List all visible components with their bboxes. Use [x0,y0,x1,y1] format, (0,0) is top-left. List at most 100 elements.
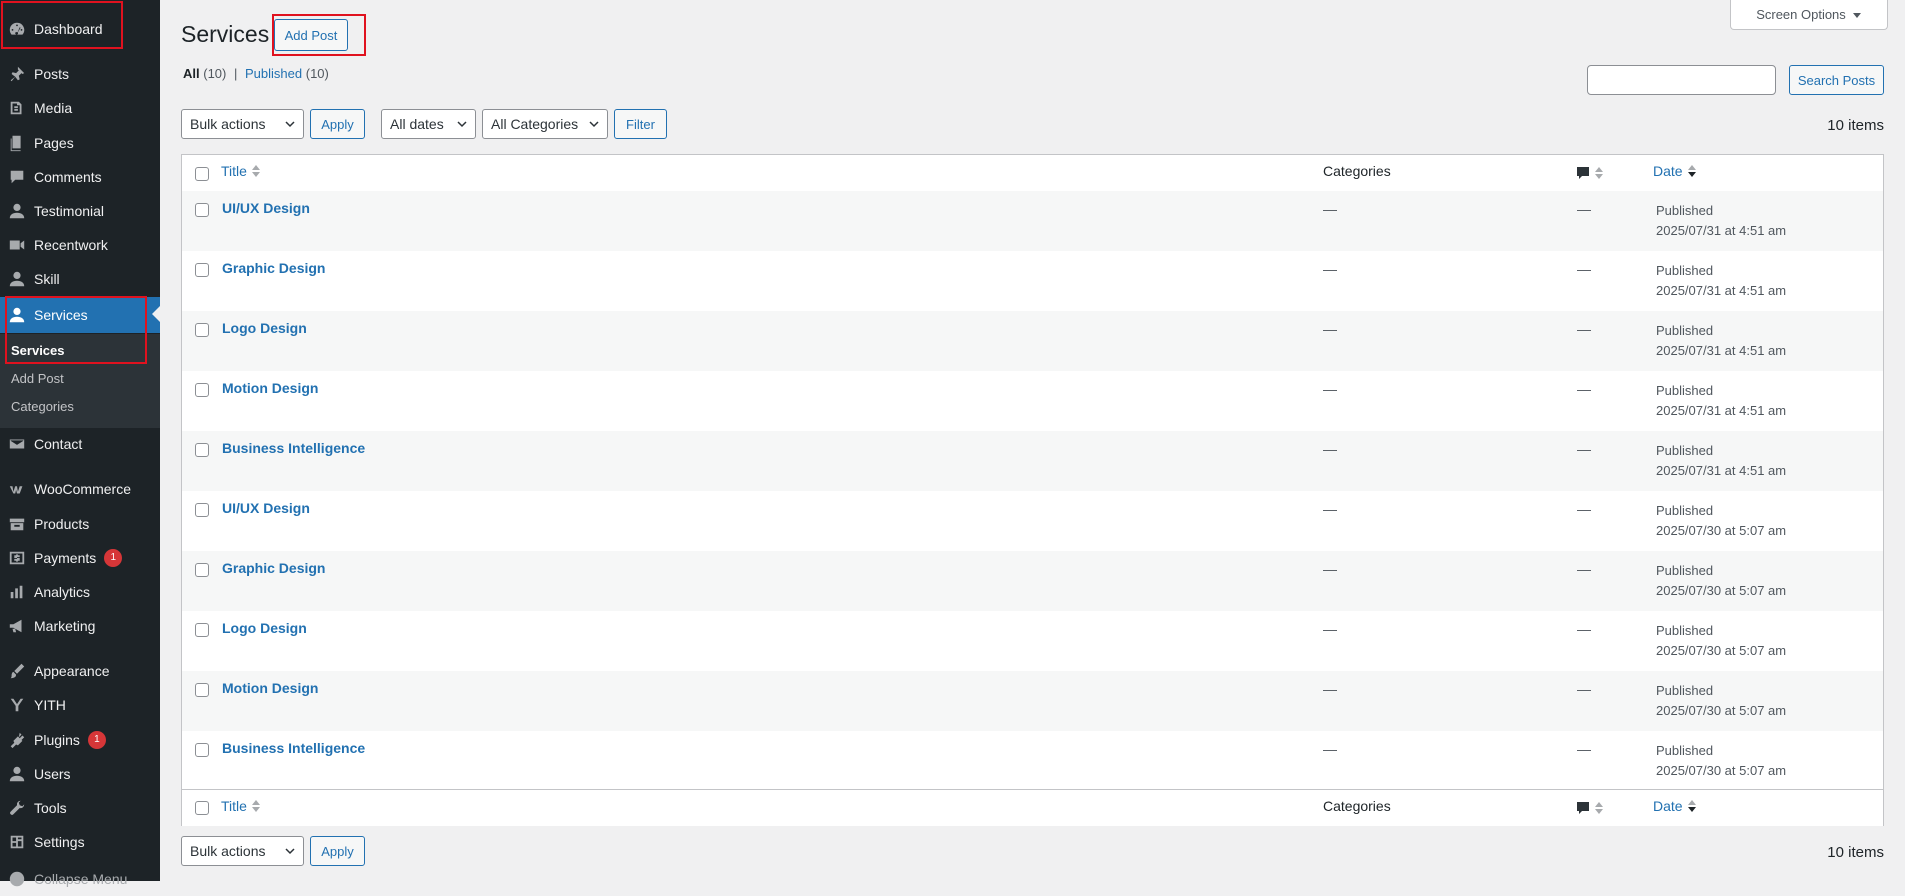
row-date: 2025/07/31 at 4:51 am [1656,403,1787,418]
table-row: Business Intelligence — — Published 2025/… [182,431,1883,491]
bulk-actions-select[interactable]: Bulk actions [181,109,304,139]
table-row: Logo Design — — Published 2025/07/30 at 5… [182,611,1883,671]
dates-select[interactable]: All dates [381,109,476,139]
row-checkbox[interactable] [195,683,209,697]
view-links: All (10) | Published (10) [183,66,329,81]
view-published-count: (10) [305,66,329,81]
bulk-actions-value: Bulk actions [190,843,266,859]
sidebar-item-testimonial[interactable]: Testimonial [0,194,160,228]
woo-icon [8,480,26,498]
posts-table: Title Categories Date UI/UX Design — — P… [181,154,1884,826]
collapse-icon [8,870,26,888]
row-title-link[interactable]: Motion Design [222,680,318,696]
sidebar-item-products[interactable]: Products [0,507,160,541]
filter-button[interactable]: Filter [614,109,667,139]
add-post-button[interactable]: Add Post [274,19,348,51]
sidebar-item-analytics[interactable]: Analytics [0,575,160,609]
search-input[interactable] [1587,65,1776,95]
row-title-link[interactable]: Business Intelligence [222,740,365,756]
categories-select[interactable]: All Categories [482,109,608,139]
sort-icon [251,165,260,177]
submenu-item-services[interactable]: Services [11,343,65,358]
view-all-link[interactable]: All [183,66,200,81]
row-checkbox[interactable] [195,443,209,457]
sidebar-item-contact[interactable]: Contact [0,427,160,461]
sidebar-item-appearance[interactable]: Appearance [0,654,160,688]
row-date-cell: Published 2025/07/31 at 4:51 am [1656,381,1786,421]
main-content: Services Add Post Screen Options All (10… [160,0,1905,881]
sidebar-item-skill[interactable]: Skill [0,262,160,296]
sidebar-label: Collapse Menu [34,871,128,887]
row-comments: — [1577,201,1591,217]
sidebar-item-marketing[interactable]: Marketing [0,609,160,643]
column-date-label: Date [1653,163,1683,179]
row-title-link[interactable]: UI/UX Design [222,200,310,216]
row-title-link[interactable]: Motion Design [222,380,318,396]
sidebar-item-dashboard[interactable]: Dashboard [0,12,160,46]
row-title-link[interactable]: Logo Design [222,320,307,336]
sidebar-item-tools[interactable]: Tools [0,791,160,825]
row-title-link[interactable]: Logo Design [222,620,307,636]
screen-options-label: Screen Options [1756,7,1846,22]
row-date: 2025/07/30 at 5:07 am [1656,763,1787,778]
select-all-checkbox[interactable] [195,167,209,181]
row-categories: — [1323,381,1337,397]
column-header-comments[interactable] [1576,166,1603,180]
submenu-item-add-post[interactable]: Add Post [11,371,64,386]
sidebar-label: Products [34,516,90,532]
apply-button[interactable]: Apply [310,109,365,139]
admin-sidebar: Dashboard Posts Media Pages Comments Tes… [0,0,160,887]
sidebar-item-plugins[interactable]: Plugins 1 [0,723,160,757]
select-all-checkbox-footer[interactable] [195,801,209,815]
sidebar-item-yith[interactable]: YITH [0,688,160,722]
dates-value: All dates [390,116,444,132]
column-footer-comments[interactable] [1576,801,1603,815]
row-checkbox[interactable] [195,263,209,277]
row-checkbox[interactable] [195,203,209,217]
row-title-link[interactable]: UI/UX Design [222,500,310,516]
sidebar-item-users[interactable]: Users [0,757,160,791]
row-title-link[interactable]: Graphic Design [222,560,325,576]
sidebar-item-comments[interactable]: Comments [0,160,160,194]
row-checkbox[interactable] [195,383,209,397]
sidebar-item-recentwork[interactable]: Recentwork [0,228,160,262]
dashboard-icon [8,20,26,38]
bulk-actions-value: Bulk actions [190,116,266,132]
row-title-link[interactable]: Business Intelligence [222,440,365,456]
row-title-link[interactable]: Graphic Design [222,260,325,276]
submenu-item-categories[interactable]: Categories [11,399,74,414]
column-footer-date[interactable]: Date [1653,798,1696,814]
row-checkbox[interactable] [195,503,209,517]
user-icon [8,306,26,324]
sidebar-item-woocommerce[interactable]: WooCommerce [0,472,160,506]
sidebar-item-pages[interactable]: Pages [0,126,160,160]
row-date-cell: Published 2025/07/30 at 5:07 am [1656,621,1786,661]
sidebar-item-media[interactable]: Media [0,91,160,125]
row-checkbox[interactable] [195,743,209,757]
row-comments: — [1577,741,1591,757]
pages-icon [8,134,26,152]
user-icon [8,765,26,783]
sidebar-label: Settings [34,834,85,850]
column-header-date[interactable]: Date [1653,163,1696,179]
sidebar-item-payments[interactable]: Payments 1 [0,541,160,575]
column-footer-title[interactable]: Title [221,798,260,814]
sidebar-collapse-menu[interactable]: Collapse Menu [0,862,160,896]
sidebar-item-services[interactable]: Services [0,297,160,333]
row-date: 2025/07/30 at 5:07 am [1656,523,1787,538]
row-checkbox[interactable] [195,563,209,577]
view-published-link[interactable]: Published [245,66,302,81]
column-header-title[interactable]: Title [221,163,260,179]
row-date-cell: Published 2025/07/31 at 4:51 am [1656,201,1786,241]
sidebar-label: Services [34,307,88,323]
row-comments: — [1577,381,1591,397]
bulk-actions-select-bottom[interactable]: Bulk actions [181,836,304,866]
sidebar-item-posts[interactable]: Posts [0,57,160,91]
row-checkbox[interactable] [195,623,209,637]
screen-options-button[interactable]: Screen Options [1730,0,1888,30]
search-posts-button[interactable]: Search Posts [1789,65,1884,95]
row-comments: — [1577,621,1591,637]
sidebar-item-settings[interactable]: Settings [0,825,160,859]
row-checkbox[interactable] [195,323,209,337]
apply-button-bottom[interactable]: Apply [310,836,365,866]
